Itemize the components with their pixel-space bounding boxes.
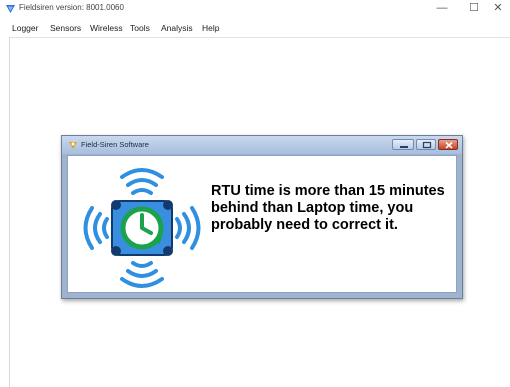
minimize-button[interactable]: — [430, 0, 454, 19]
menu-tools[interactable]: Tools [130, 22, 150, 34]
dialog-minimize-button[interactable] [392, 139, 414, 150]
app-titlebar: Fieldsiren version: 8001.0060 — ☐ ✕ [0, 0, 510, 19]
menu-sensors[interactable]: Sensors [50, 22, 81, 34]
maximize-button[interactable]: ☐ [462, 0, 486, 19]
rtu-time-warning-dialog: Field-Siren Software RTU time is more th… [61, 135, 463, 299]
menu-wireless[interactable]: Wireless [90, 22, 123, 34]
dialog-titlebar[interactable]: Field-Siren Software [62, 136, 462, 154]
dialog-body: RTU time is more than 15 minutes behind … [67, 155, 457, 293]
wireless-sensor-clock-icon [83, 168, 201, 288]
menu-bar: Logger Sensors Wireless Tools Analysis H… [0, 19, 510, 37]
menu-logger[interactable]: Logger [12, 22, 38, 34]
app-title: Fieldsiren version: 8001.0060 [19, 3, 124, 12]
dialog-app-icon [69, 142, 77, 149]
dialog-message: RTU time is more than 15 minutes behind … [211, 183, 445, 233]
fieldsiren-app-icon [6, 5, 15, 13]
dialog-title: Field-Siren Software [81, 140, 149, 149]
dialog-maximize-button[interactable] [416, 139, 436, 150]
dialog-close-button[interactable] [438, 139, 458, 150]
menu-analysis[interactable]: Analysis [161, 22, 193, 34]
close-button[interactable]: ✕ [486, 0, 510, 19]
menu-help[interactable]: Help [202, 22, 219, 34]
